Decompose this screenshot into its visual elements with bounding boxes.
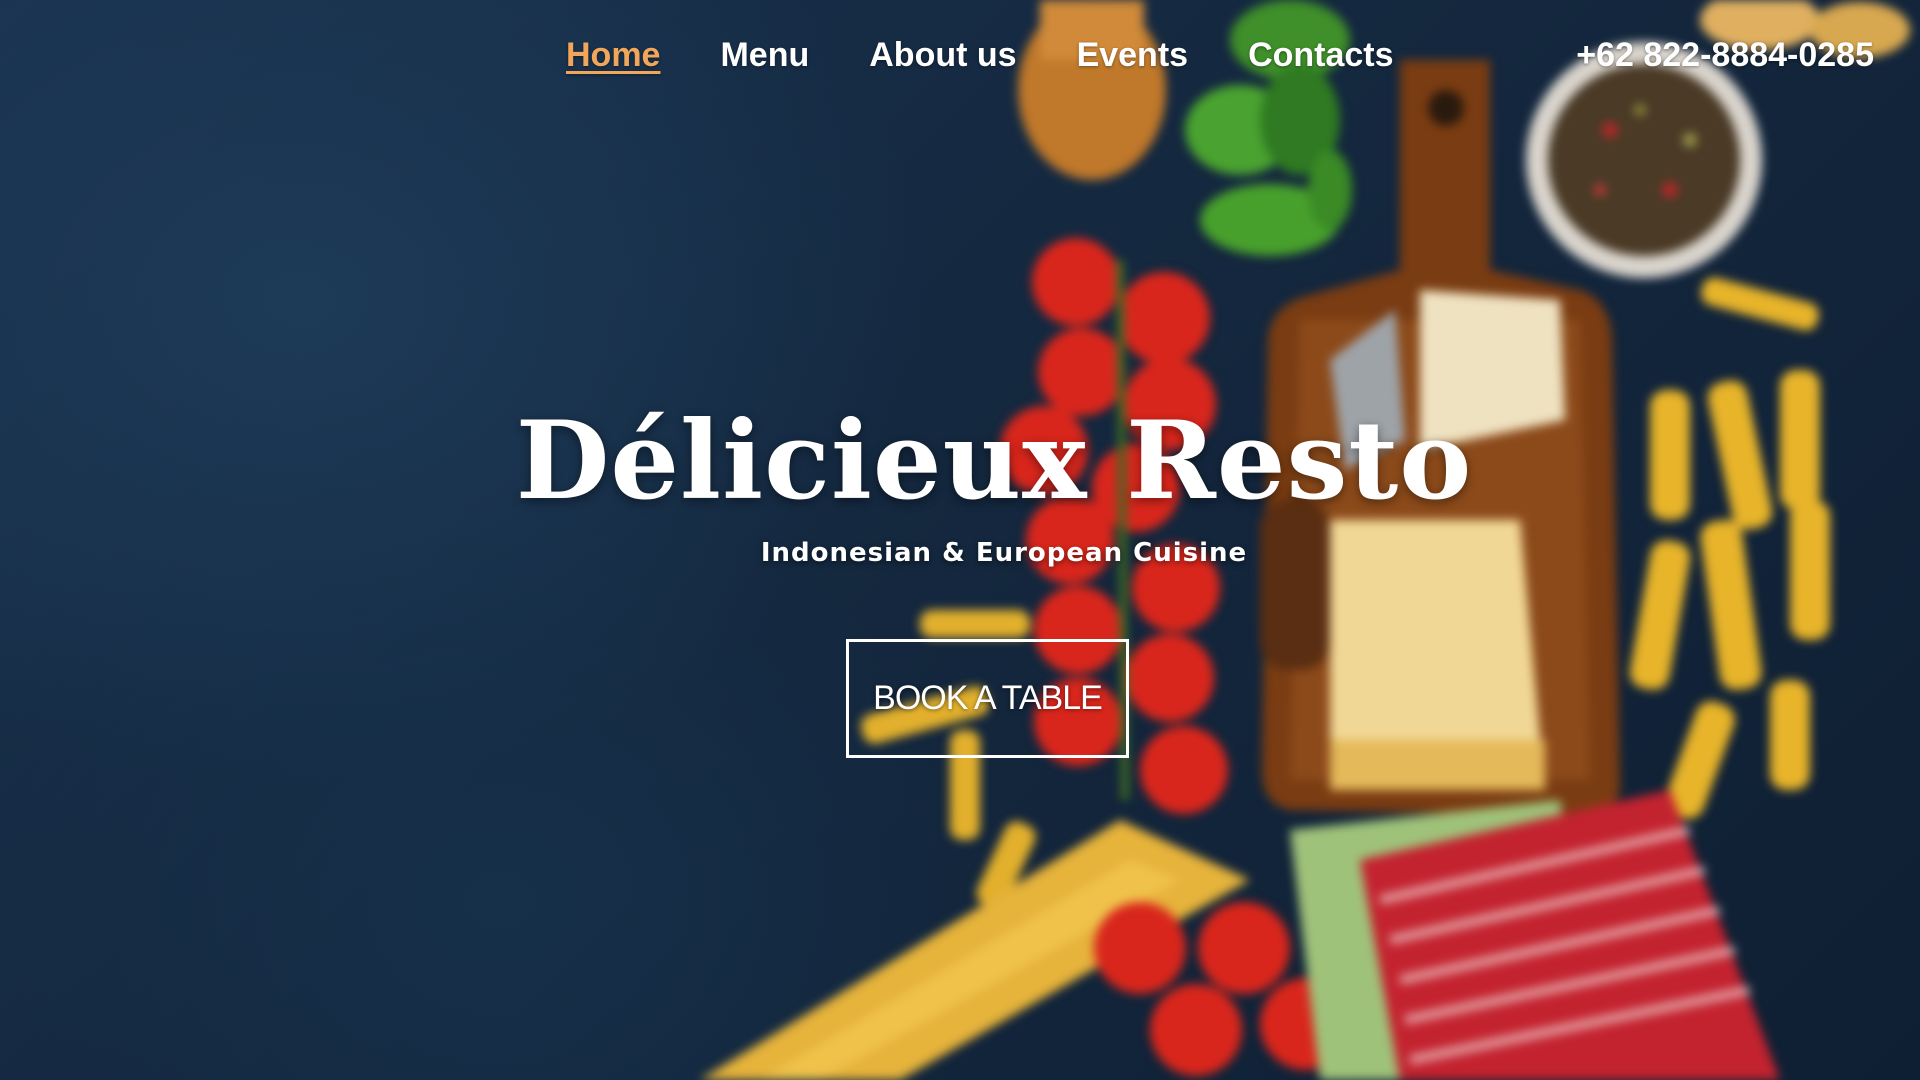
nav-link-about-us[interactable]: About us (869, 36, 1016, 75)
hero-section: Home Menu About us Events Contacts +62 8… (0, 0, 1920, 1080)
phone-number[interactable]: +62 822-8884-0285 (1576, 36, 1874, 75)
nav-link-contacts[interactable]: Contacts (1248, 36, 1393, 75)
book-table-button[interactable]: BOOK A TABLE (846, 639, 1129, 758)
main-nav: Home Menu About us Events Contacts (566, 36, 1454, 75)
restaurant-title: Délicieux Resto (515, 398, 1473, 524)
cuisine-subtitle: Indonesian & European Cuisine (760, 538, 1248, 568)
nav-link-menu[interactable]: Menu (720, 36, 809, 75)
nav-link-events[interactable]: Events (1077, 36, 1189, 75)
nav-link-home[interactable]: Home (566, 36, 660, 75)
